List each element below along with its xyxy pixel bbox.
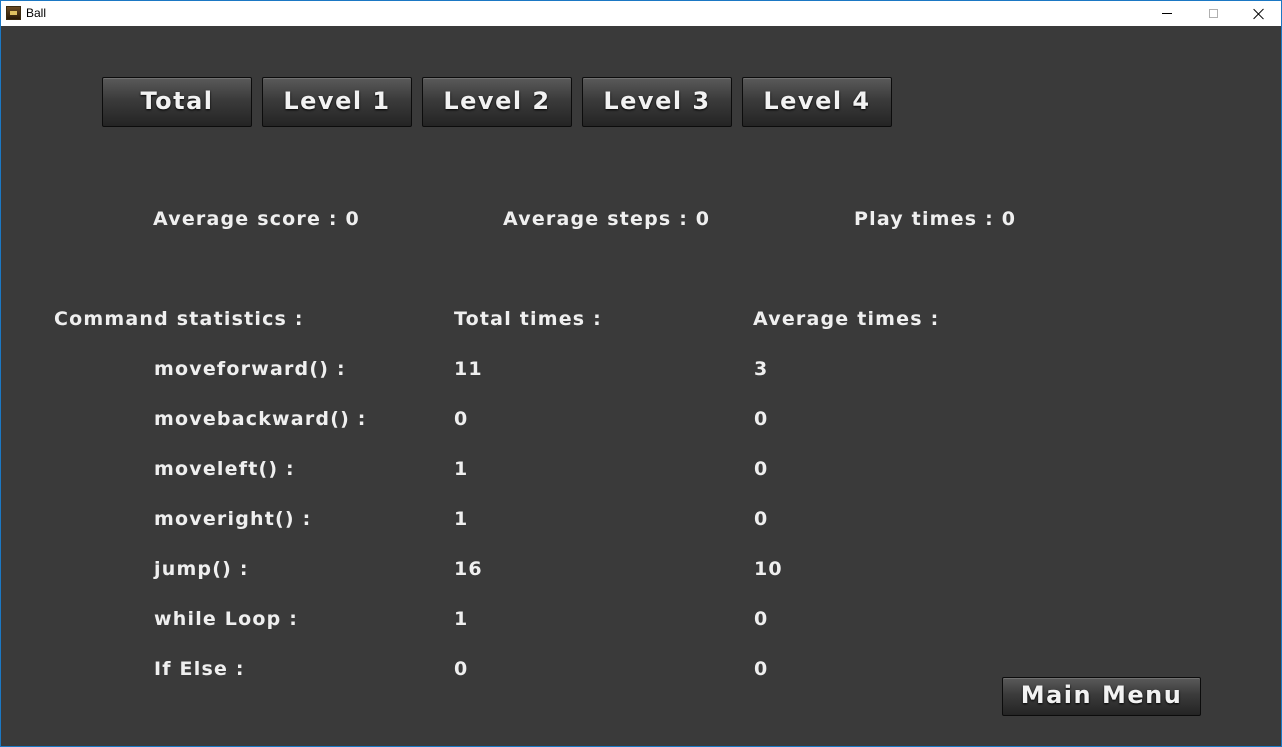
maximize-icon xyxy=(1208,9,1218,18)
command-total: 1 xyxy=(454,608,469,630)
command-average: 3 xyxy=(754,358,769,380)
close-icon xyxy=(1253,8,1265,20)
tab-level-4[interactable]: Level 4 xyxy=(742,77,892,127)
app-icon xyxy=(6,6,21,20)
command-total: 11 xyxy=(454,358,483,380)
average-steps-label: Average steps : 0 xyxy=(503,208,711,230)
maximize-button[interactable] xyxy=(1190,1,1236,26)
minimize-icon xyxy=(1162,13,1172,14)
command-statistics-header: Command statistics : xyxy=(54,308,304,330)
command-average: 10 xyxy=(754,558,783,580)
command-average: 0 xyxy=(754,658,769,680)
command-total: 16 xyxy=(454,558,483,580)
play-times-label: Play times : 0 xyxy=(854,208,1017,230)
command-total: 1 xyxy=(454,508,469,530)
command-name: moveforward() : xyxy=(154,358,346,380)
command-name: moveright() : xyxy=(154,508,312,530)
command-average: 0 xyxy=(754,458,769,480)
average-times-header: Average times : xyxy=(753,308,940,330)
window-title: Ball xyxy=(26,6,47,20)
command-average: 0 xyxy=(754,608,769,630)
command-total: 0 xyxy=(454,408,469,430)
statistics-screen: Total Level 1 Level 2 Level 3 Level 4 Av… xyxy=(1,26,1281,746)
app-window: Ball Total Level 1 Level 2 Level 3 Level… xyxy=(0,0,1282,747)
close-button[interactable] xyxy=(1236,1,1281,26)
title-bar[interactable]: Ball xyxy=(1,1,1281,26)
main-menu-button[interactable]: Main Menu xyxy=(1002,677,1201,716)
command-name: moveleft() : xyxy=(154,458,295,480)
average-score-label: Average score : 0 xyxy=(153,208,360,230)
command-name: If Else : xyxy=(154,658,245,680)
command-average: 0 xyxy=(754,508,769,530)
command-total: 1 xyxy=(454,458,469,480)
tab-level-1[interactable]: Level 1 xyxy=(262,77,412,127)
tab-level-2[interactable]: Level 2 xyxy=(422,77,572,127)
command-name: jump() : xyxy=(154,558,249,580)
command-name: movebackward() : xyxy=(154,408,367,430)
tab-total[interactable]: Total xyxy=(102,77,252,127)
minimize-button[interactable] xyxy=(1144,1,1190,26)
command-name: while Loop : xyxy=(154,608,299,630)
command-total: 0 xyxy=(454,658,469,680)
command-average: 0 xyxy=(754,408,769,430)
tab-level-3[interactable]: Level 3 xyxy=(582,77,732,127)
total-times-header: Total times : xyxy=(454,308,602,330)
